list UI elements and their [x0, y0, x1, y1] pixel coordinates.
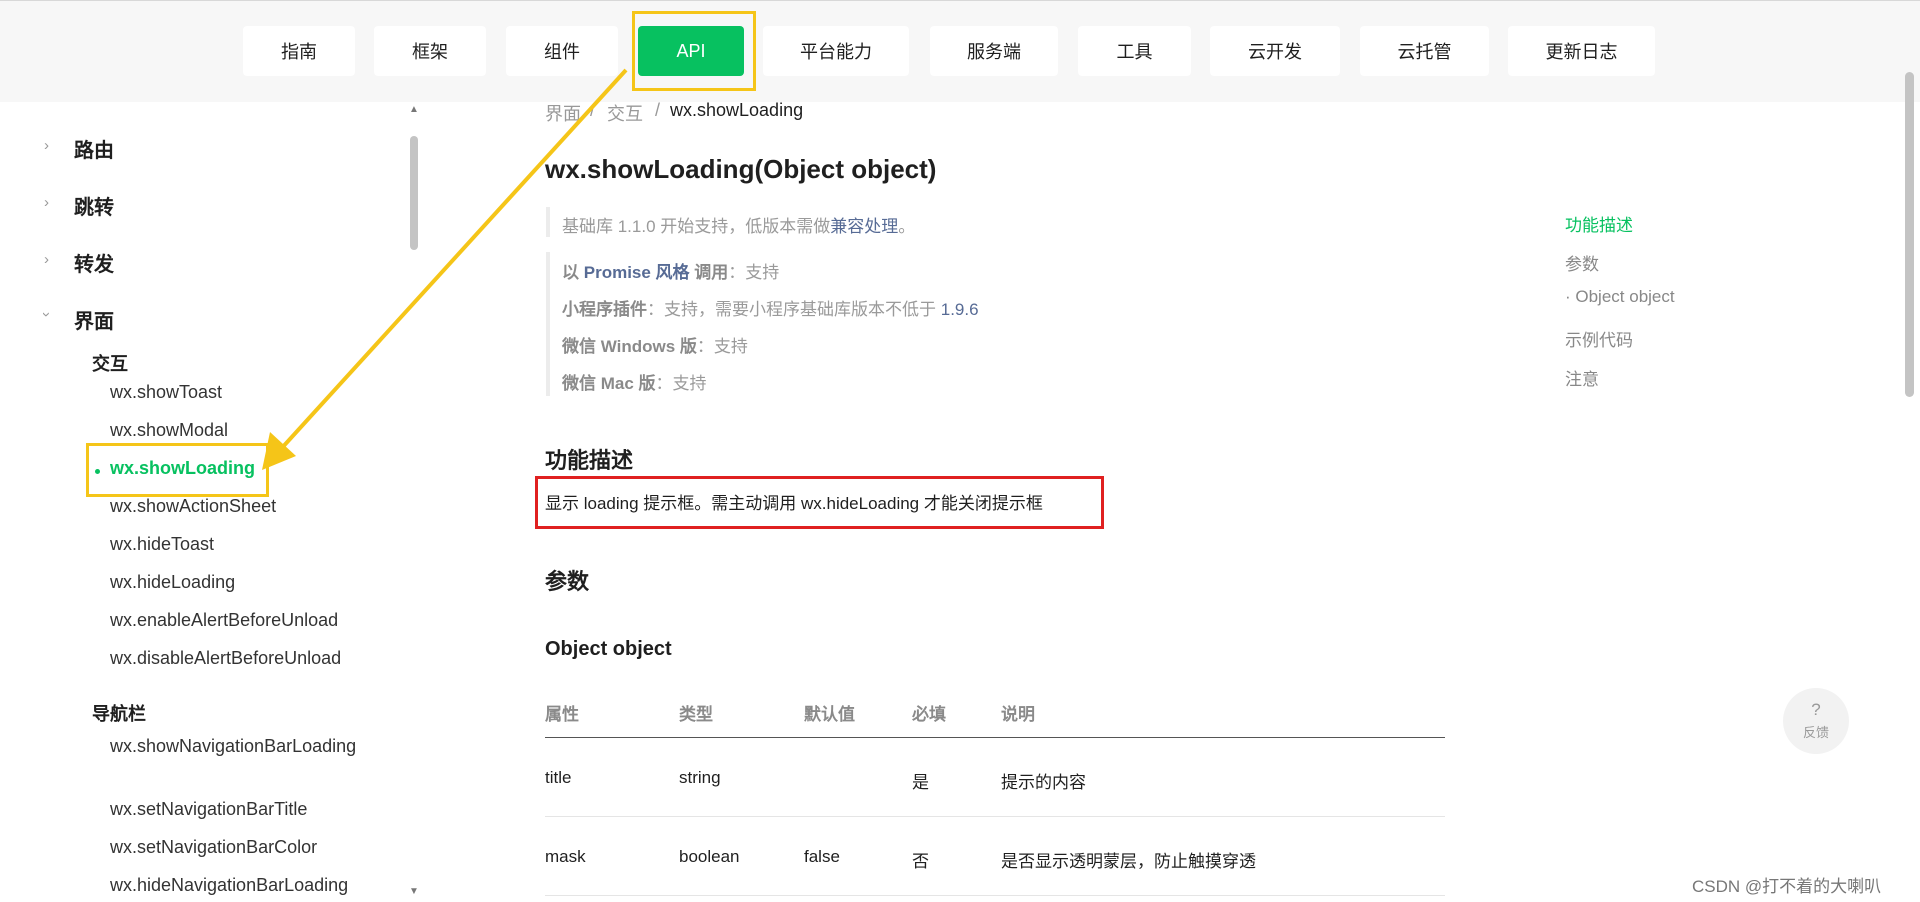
top-nav-bar: 指南 框架 组件 API 平台能力 服务端 工具 云开发 云托管 更新日志 — [0, 0, 1920, 102]
sidebar-group-navigate[interactable]: 跳转 — [74, 191, 114, 220]
promise-value: ：支持 — [728, 263, 780, 282]
watermark: CSDN @打不着的大喇叭 — [1692, 877, 1882, 896]
toc-item-object[interactable]: · Object object — [1565, 287, 1675, 307]
nav-tab-cloud-hosting[interactable]: 云托管 — [1360, 26, 1489, 76]
sidebar-item-setnavigationbartitle[interactable]: wx.setNavigationBarTitle — [110, 799, 307, 820]
sidebar-item-enablealertbeforeunload[interactable]: wx.enableAlertBeforeUnload — [110, 610, 338, 631]
base-lib-suffix: 。 — [898, 217, 916, 236]
sidebar-item-disablealertbeforeunload[interactable]: wx.disableAlertBeforeUnload — [110, 648, 341, 669]
scroll-up-arrow-icon[interactable]: ▲ — [409, 104, 419, 115]
nav-tab-guide[interactable]: 指南 — [243, 26, 355, 76]
table-cell: boolean — [679, 847, 740, 866]
support-plugin: 小程序插件：支持，需要小程序基础库版本不低于 1.9.6 — [562, 295, 979, 320]
feedback-label: 反馈 — [1802, 725, 1829, 740]
support-promise: 以 Promise 风格 调用：支持 — [562, 258, 779, 283]
chevron-right-icon[interactable]: › — [44, 137, 49, 154]
table-header: 类型 — [679, 705, 713, 724]
api-tab-annotation-box — [632, 11, 756, 91]
toc-item-params[interactable]: 参数 — [1565, 250, 1599, 275]
support-mac: 微信 Mac 版：支持 — [562, 369, 707, 394]
mac-label: 微信 Mac 版 — [562, 374, 656, 393]
note-bar — [546, 252, 550, 396]
toc-item-description[interactable]: 功能描述 — [1565, 211, 1633, 236]
sidebar-scrollbar-thumb[interactable] — [410, 136, 418, 250]
sidebar-group-share[interactable]: 转发 — [74, 248, 114, 277]
table-cell: 提示的内容 — [1001, 773, 1086, 792]
windows-value: ：支持 — [696, 337, 748, 356]
nav-tab-cloud-dev[interactable]: 云开发 — [1210, 26, 1340, 76]
compat-link[interactable]: 兼容处理 — [830, 217, 898, 236]
promise-prefix: 以 — [562, 263, 584, 282]
table-header: 默认值 — [804, 705, 855, 724]
question-icon: ? — [1811, 700, 1821, 719]
table-cell: 是 — [912, 773, 929, 792]
scroll-down-arrow-icon[interactable]: ▼ — [409, 886, 419, 897]
page-scrollbar-thumb[interactable] — [1905, 72, 1914, 397]
table-header: 说明 — [1001, 705, 1035, 724]
table-cell: title — [545, 768, 572, 787]
breadcrumb-interaction[interactable]: 交互 — [607, 100, 643, 126]
sidebar-item-shownavigationbarloading[interactable]: wx.showNavigationBarLoading — [110, 732, 370, 761]
sidebar-item-hideloading[interactable]: wx.hideLoading — [110, 572, 235, 593]
sidebar-item-hidenavigationbarloading[interactable]: wx.hideNavigationBarLoading — [110, 875, 348, 896]
promise-label: 调用 — [689, 263, 729, 282]
sidebar-item-showtoast[interactable]: wx.showToast — [110, 382, 222, 403]
toc-item-example[interactable]: 示例代码 — [1565, 326, 1633, 351]
nav-tab-components[interactable]: 组件 — [506, 26, 618, 76]
windows-label: 微信 Windows 版 — [562, 337, 697, 356]
object-heading: Object object — [545, 638, 672, 660]
table-header-divider — [545, 737, 1445, 738]
mac-value: ：支持 — [655, 374, 707, 393]
breadcrumb-separator: / — [590, 100, 596, 120]
breadcrumb-current: wx.showLoading — [670, 100, 804, 120]
sidebar-item-hidetoast[interactable]: wx.hideToast — [110, 534, 214, 555]
sidebar-item-showactionsheet[interactable]: wx.showActionSheet — [110, 496, 276, 517]
nav-tab-tools[interactable]: 工具 — [1078, 26, 1191, 76]
promise-link[interactable]: Promise 风格 — [584, 263, 690, 282]
table-row-divider — [545, 816, 1445, 817]
sidebar-subgroup-navbar[interactable]: 导航栏 — [92, 700, 146, 726]
support-windows: 微信 Windows 版：支持 — [562, 332, 748, 357]
chevron-right-icon[interactable]: › — [44, 194, 49, 211]
desc-heading: 功能描述 — [545, 448, 634, 473]
table-cell: mask — [545, 847, 586, 866]
nav-tab-platform[interactable]: 平台能力 — [763, 26, 909, 76]
plugin-label: 小程序插件 — [562, 300, 647, 319]
table-cell: 是否显示透明蒙层，防止触摸穿透 — [1001, 852, 1256, 871]
breadcrumb-separator: / — [655, 100, 661, 120]
table-row-divider — [545, 895, 1445, 896]
sidebar-group-ui[interactable]: 界面 — [74, 305, 114, 334]
sidebar-item-setnavigationbarcolor[interactable]: wx.setNavigationBarColor — [110, 837, 317, 858]
nav-tab-changelog[interactable]: 更新日志 — [1508, 26, 1655, 76]
chevron-down-icon[interactable]: › — [38, 312, 55, 317]
desc-annotation-box — [535, 476, 1104, 529]
feedback-button[interactable]: ? 反馈 — [1783, 688, 1849, 754]
table-header: 属性 — [545, 705, 579, 724]
page-title: wx.showLoading(Object object) — [545, 154, 937, 184]
chevron-right-icon[interactable]: › — [44, 251, 49, 268]
sidebar-item-showmodal[interactable]: wx.showModal — [110, 420, 228, 441]
plugin-value: ：支持，需要小程序基础库版本不低于 — [647, 300, 941, 319]
params-heading: 参数 — [545, 569, 590, 594]
plugin-version-link[interactable]: 1.9.6 — [941, 300, 979, 319]
sidebar-group-routing[interactable]: 路由 — [74, 134, 114, 163]
table-cell: string — [679, 768, 721, 787]
sidebar-item-annotation-box — [86, 443, 269, 497]
nav-tab-framework[interactable]: 框架 — [374, 26, 486, 76]
note-bar — [546, 207, 550, 237]
table-cell: 否 — [912, 852, 929, 871]
table-header: 必填 — [912, 705, 946, 724]
base-lib-note: 基础库 1.1.0 开始支持，低版本需做兼容处理。 — [562, 212, 915, 237]
sidebar-subgroup-interaction[interactable]: 交互 — [92, 350, 128, 376]
breadcrumb-ui[interactable]: 界面 — [545, 100, 581, 126]
toc-item-notes[interactable]: 注意 — [1565, 365, 1599, 390]
table-cell: false — [804, 847, 840, 866]
nav-tab-server[interactable]: 服务端 — [930, 26, 1058, 76]
base-lib-text: 基础库 1.1.0 开始支持，低版本需做 — [562, 217, 831, 236]
